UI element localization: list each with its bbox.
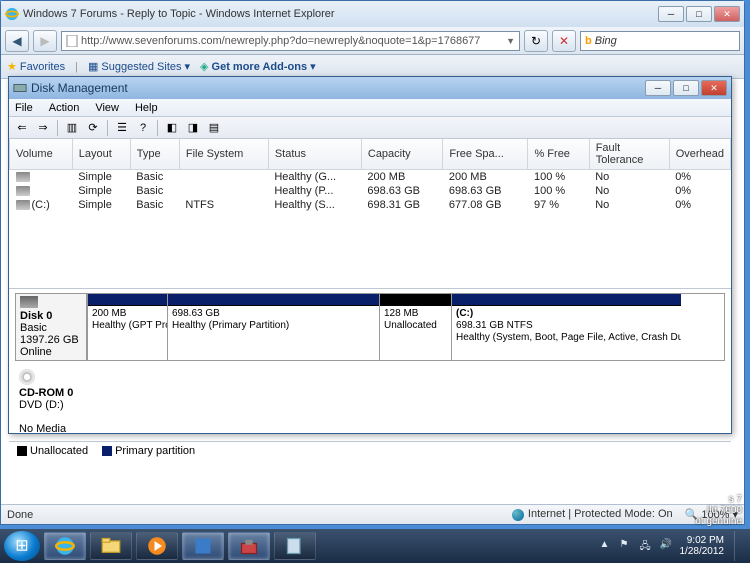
- partition[interactable]: 200 MBHealthy (GPT Prote: [87, 294, 167, 360]
- tb-refresh-icon[interactable]: ⟳: [84, 119, 102, 137]
- tray-network-icon[interactable]: 🖧: [640, 539, 654, 553]
- col-pct[interactable]: % Free: [528, 139, 589, 170]
- security-zone: Internet | Protected Mode: On: [512, 508, 673, 520]
- cdrom-label[interactable]: CD-ROM 0 DVD (D:) No Media: [15, 367, 87, 437]
- col-capacity[interactable]: Capacity: [361, 139, 443, 170]
- taskbar-media[interactable]: [136, 532, 178, 560]
- disk-management-window: Disk Management ─ □ ✕ File Action View H…: [8, 76, 732, 434]
- dm-menu-bar: File Action View Help: [9, 99, 731, 117]
- disk-icon: [20, 296, 38, 308]
- legend-unallocated: Unallocated: [17, 445, 88, 457]
- dm-window-title: Disk Management: [31, 81, 645, 95]
- tb-action3-icon[interactable]: ▤: [205, 119, 223, 137]
- ie-titlebar[interactable]: Windows 7 Forums - Reply to Topic - Wind…: [1, 1, 744, 27]
- legend-primary: Primary partition: [102, 445, 195, 457]
- table-row[interactable]: SimpleBasicHealthy (G...200 MB200 MB100 …: [10, 170, 731, 185]
- taskbar-explorer[interactable]: [90, 532, 132, 560]
- stop-button[interactable]: ✕: [552, 30, 576, 52]
- show-desktop-button[interactable]: [734, 531, 744, 561]
- ie-close-button[interactable]: ✕: [714, 6, 740, 22]
- ie-icon: [5, 7, 19, 21]
- taskbar: ▲ ⚑ 🖧 🔊 9:02 PM 1/28/2012: [0, 529, 750, 563]
- tray-flag-icon[interactable]: ⚑: [620, 539, 634, 553]
- dm-toolbar: ⇐ ⇒ ▥ ⟳ ☰ ? ◧ ◨ ▤: [9, 117, 731, 139]
- tb-view-icon[interactable]: ▥: [63, 119, 81, 137]
- col-type[interactable]: Type: [130, 139, 179, 170]
- taskbar-ie[interactable]: [44, 532, 86, 560]
- address-bar[interactable]: http://www.sevenforums.com/newreply.php?…: [61, 31, 520, 51]
- globe-icon: [512, 509, 524, 521]
- cdrom-icon: [19, 369, 35, 385]
- ie-status-bar: Done Internet | Protected Mode: On 🔍 100…: [1, 504, 744, 524]
- volume-table: Volume Layout Type File System Status Ca…: [9, 139, 731, 212]
- taskbar-app1[interactable]: [182, 532, 224, 560]
- partition[interactable]: (C:)698.31 GB NTFSHealthy (System, Boot,…: [451, 294, 681, 360]
- partition[interactable]: 128 MBUnallocated: [379, 294, 451, 360]
- search-bar[interactable]: b Bing: [580, 31, 740, 51]
- taskbar-app3[interactable]: [274, 532, 316, 560]
- taskbar-app2[interactable]: [228, 532, 270, 560]
- system-tray: ▲ ⚑ 🖧 🔊 9:02 PM 1/28/2012: [600, 531, 747, 561]
- dm-maximize-button[interactable]: □: [673, 80, 699, 96]
- tb-settings-icon[interactable]: ☰: [113, 119, 131, 137]
- menu-action[interactable]: Action: [49, 102, 80, 114]
- url-text: http://www.sevenforums.com/newreply.php?…: [81, 35, 480, 47]
- col-free[interactable]: Free Spa...: [443, 139, 528, 170]
- col-fs[interactable]: File System: [179, 139, 268, 170]
- menu-help[interactable]: Help: [135, 102, 158, 114]
- clock[interactable]: 9:02 PM 1/28/2012: [680, 535, 725, 557]
- tray-volume-icon[interactable]: 🔊: [660, 539, 674, 553]
- disk-0-label[interactable]: Disk 0 Basic 1397.26 GB Online: [15, 293, 87, 361]
- ie-window-title: Windows 7 Forums - Reply to Topic - Wind…: [23, 8, 658, 20]
- partition[interactable]: 698.63 GBHealthy (Primary Partition): [167, 294, 379, 360]
- star-icon: ★: [7, 60, 17, 73]
- col-volume[interactable]: Volume: [10, 139, 73, 170]
- tb-action1-icon[interactable]: ◧: [163, 119, 181, 137]
- ie-nav-bar: ◀ ▶ http://www.sevenforums.com/newreply.…: [1, 27, 744, 55]
- refresh-button[interactable]: ↻: [524, 30, 548, 52]
- search-provider-icon: b: [585, 35, 592, 47]
- tb-back-icon[interactable]: ⇐: [13, 119, 31, 137]
- col-ft[interactable]: Fault Tolerance: [589, 139, 669, 170]
- tb-help-icon[interactable]: ?: [134, 119, 152, 137]
- legend: Unallocated Primary partition: [9, 441, 731, 460]
- url-dropdown-icon[interactable]: ▼: [506, 36, 515, 46]
- sites-icon: ▦: [88, 60, 98, 73]
- col-status[interactable]: Status: [268, 139, 361, 170]
- menu-file[interactable]: File: [15, 102, 33, 114]
- col-ov[interactable]: Overhead: [669, 139, 730, 170]
- addons-icon: ◈: [200, 60, 208, 73]
- tray-show-hidden-icon[interactable]: ▲: [600, 539, 614, 553]
- favorites-button[interactable]: ★Favorites: [7, 60, 65, 73]
- forward-button[interactable]: ▶: [33, 30, 57, 52]
- ie-minimize-button[interactable]: ─: [658, 6, 684, 22]
- suggested-sites-link[interactable]: ▦Suggested Sites ▾: [88, 60, 190, 73]
- table-row[interactable]: SimpleBasicHealthy (P...698.63 GB698.63 …: [10, 184, 731, 198]
- dm-minimize-button[interactable]: ─: [645, 80, 671, 96]
- dm-titlebar[interactable]: Disk Management ─ □ ✕: [9, 77, 731, 99]
- table-header-row: Volume Layout Type File System Status Ca…: [10, 139, 731, 170]
- disk-graphic-view: Disk 0 Basic 1397.26 GB Online 200 MBHea…: [9, 288, 731, 441]
- status-text: Done: [7, 509, 33, 521]
- dm-close-button[interactable]: ✕: [701, 80, 727, 96]
- col-layout[interactable]: Layout: [72, 139, 130, 170]
- dm-icon: [13, 81, 27, 95]
- search-placeholder: Bing: [595, 35, 617, 47]
- cdrom-row: CD-ROM 0 DVD (D:) No Media: [15, 367, 725, 437]
- addons-link[interactable]: ◈Get more Add-ons ▾: [200, 60, 316, 73]
- tb-fwd-icon[interactable]: ⇒: [34, 119, 52, 137]
- partition-strip: 200 MBHealthy (GPT Prote698.63 GBHealthy…: [87, 293, 725, 361]
- tb-action2-icon[interactable]: ◨: [184, 119, 202, 137]
- page-icon: [66, 35, 78, 47]
- table-row[interactable]: (C:)SimpleBasicNTFSHealthy (S...698.31 G…: [10, 198, 731, 212]
- ie-maximize-button[interactable]: □: [686, 6, 712, 22]
- back-button[interactable]: ◀: [5, 30, 29, 52]
- zoom-control[interactable]: 🔍 100% ▾: [685, 508, 738, 521]
- disk-0-row: Disk 0 Basic 1397.26 GB Online 200 MBHea…: [15, 293, 725, 361]
- menu-view[interactable]: View: [95, 102, 119, 114]
- start-button[interactable]: [4, 531, 40, 561]
